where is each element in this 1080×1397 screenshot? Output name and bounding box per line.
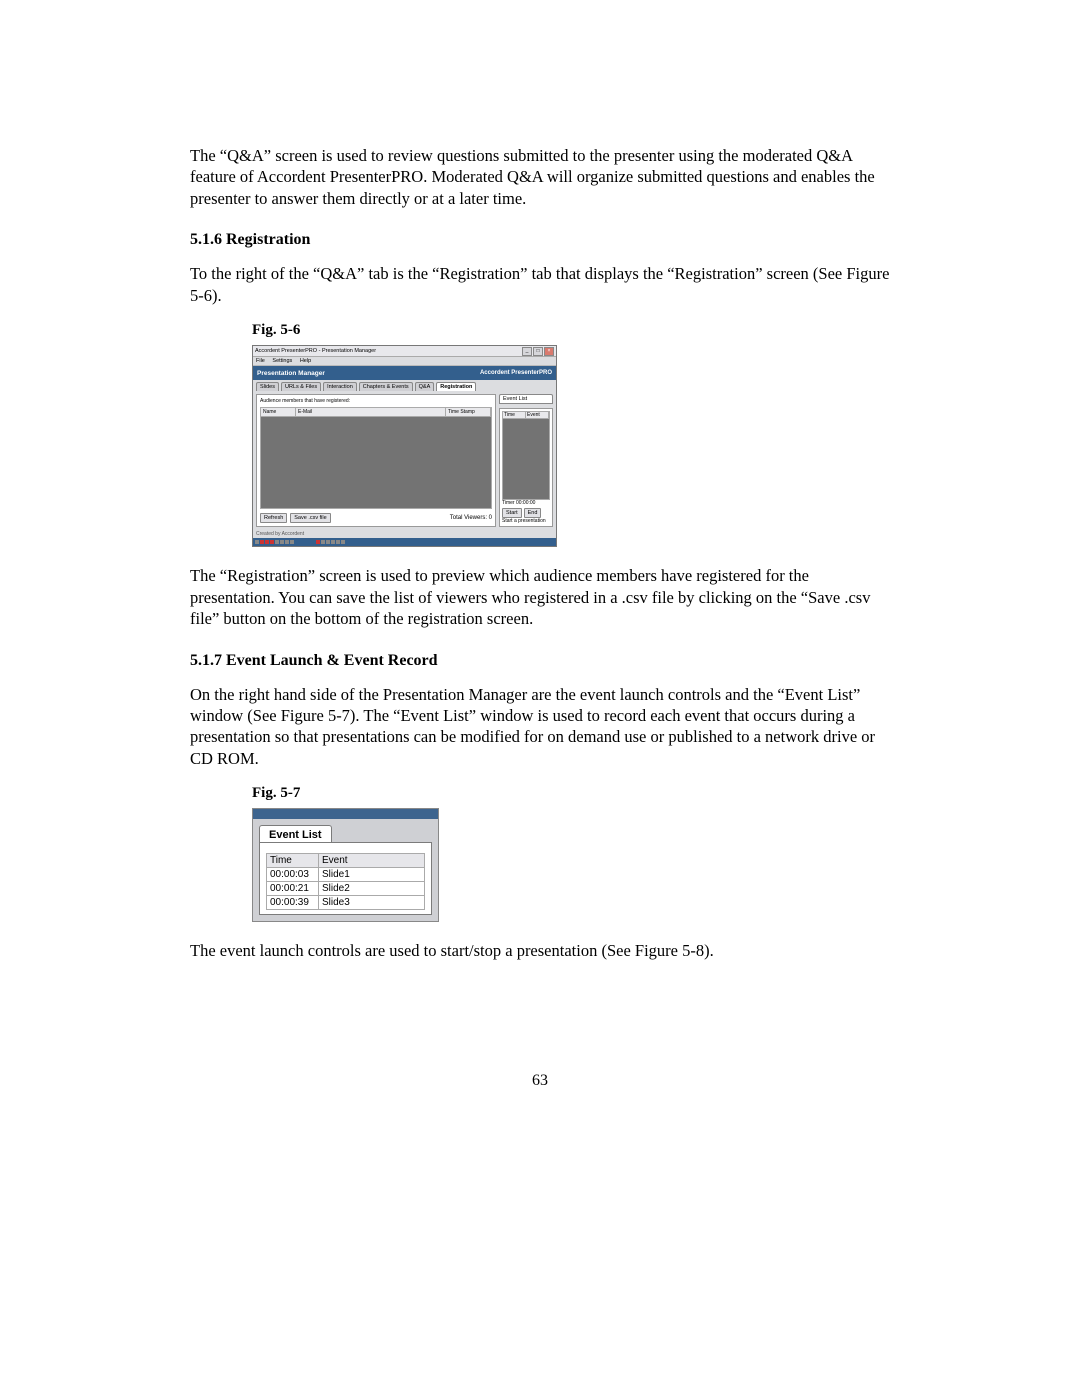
close-button[interactable]: ×: [544, 347, 554, 356]
event-list-table: Time Event 00:00:03 Slide1 00:00:21 Slid…: [266, 853, 425, 910]
registration-header: Name E-Mail Time Stamp: [260, 407, 492, 417]
registration-intro: To the right of the “Q&A” tab is the “Re…: [190, 263, 890, 306]
col-timestamp: Time Stamp: [446, 408, 491, 416]
start-help-text: Start a presentation: [502, 518, 550, 524]
th-event: Event: [319, 854, 425, 868]
tab-qa[interactable]: Q&A: [415, 382, 435, 391]
heading-registration: 5.1.6 Registration: [190, 231, 890, 249]
col-name: Name: [261, 408, 296, 416]
cell-time: 00:00:21: [267, 882, 319, 896]
registration-desc: The “Registration” screen is used to pre…: [190, 565, 890, 629]
tab-chapters-events[interactable]: Chapters & Events: [359, 382, 413, 391]
heading-event-launch: 5.1.7 Event Launch & Event Record: [190, 652, 890, 670]
status-bar: [253, 538, 556, 546]
menu-bar: File Settings Help: [253, 357, 556, 366]
top-strip: [253, 809, 438, 819]
cell-event: Slide2: [319, 882, 425, 896]
window-title: Accordent PresenterPRO - Presentation Ma…: [255, 348, 521, 354]
event-list-header: Time Event: [502, 411, 550, 419]
event-side-panel: Event List Time Event Timer 00:00:00 Sta…: [499, 394, 553, 527]
end-button[interactable]: End: [524, 508, 542, 518]
event-list-body[interactable]: [502, 419, 550, 500]
figure-5-7-label: Fig. 5-7: [252, 785, 890, 802]
save-csv-button[interactable]: Save .csv file: [290, 513, 330, 523]
cell-event: Slide1: [319, 868, 425, 882]
menu-help[interactable]: Help: [300, 358, 311, 364]
total-viewers-label: Total Viewers: 0: [450, 515, 492, 521]
timer-label: Timer 00:00:00: [502, 500, 550, 506]
event-launch-desc: On the right hand side of the Presentati…: [190, 684, 890, 770]
cell-event: Slide3: [319, 896, 425, 910]
cell-time: 00:00:03: [267, 868, 319, 882]
figure-5-6: Accordent PresenterPRO - Presentation Ma…: [252, 345, 557, 547]
registration-list[interactable]: [260, 417, 492, 509]
qa-paragraph: The “Q&A” screen is used to review quest…: [190, 145, 890, 209]
menu-file[interactable]: File: [256, 358, 265, 364]
tab-slides[interactable]: Slides: [256, 382, 279, 391]
event-list-tab[interactable]: Event List: [259, 825, 332, 842]
menu-settings[interactable]: Settings: [272, 358, 292, 364]
event-col-time: Time: [503, 412, 526, 418]
tab-registration[interactable]: Registration: [436, 382, 476, 391]
tab-row: Slides URLs & Files Interaction Chapters…: [253, 380, 556, 391]
start-button[interactable]: Start: [502, 508, 522, 518]
event-col-event: Event: [526, 412, 549, 418]
th-time: Time: [267, 854, 319, 868]
window-titlebar: Accordent PresenterPRO - Presentation Ma…: [253, 346, 556, 357]
minimize-button[interactable]: _: [522, 347, 532, 356]
event-list-tab[interactable]: Event List: [499, 394, 553, 404]
page-number: 63: [190, 1072, 890, 1090]
registration-pane: Audience members that have registered: N…: [256, 394, 496, 527]
figure-5-7: Event List Time Event 00:00:03 Slide1: [252, 808, 439, 922]
banner-brand: Accordent PresenterPRO: [480, 370, 552, 376]
table-row[interactable]: 00:00:03 Slide1: [267, 868, 425, 882]
col-email: E-Mail: [296, 408, 446, 416]
refresh-button[interactable]: Refresh: [260, 513, 287, 523]
app-banner: Presentation Manager Accordent Presenter…: [253, 366, 556, 380]
document-page: The “Q&A” screen is used to review quest…: [190, 0, 890, 1150]
registered-label: Audience members that have registered:: [260, 398, 492, 404]
maximize-button[interactable]: □: [533, 347, 543, 356]
table-row[interactable]: 00:00:21 Slide2: [267, 882, 425, 896]
tab-interaction[interactable]: Interaction: [323, 382, 357, 391]
banner-title: Presentation Manager: [257, 370, 325, 377]
event-controls-desc: The event launch controls are used to st…: [190, 940, 890, 961]
figure-5-6-label: Fig. 5-6: [252, 322, 890, 339]
tab-urls-files[interactable]: URLs & Files: [281, 382, 321, 391]
cell-time: 00:00:39: [267, 896, 319, 910]
author-label: Created by Accordent: [253, 530, 556, 538]
table-row[interactable]: 00:00:39 Slide3: [267, 896, 425, 910]
